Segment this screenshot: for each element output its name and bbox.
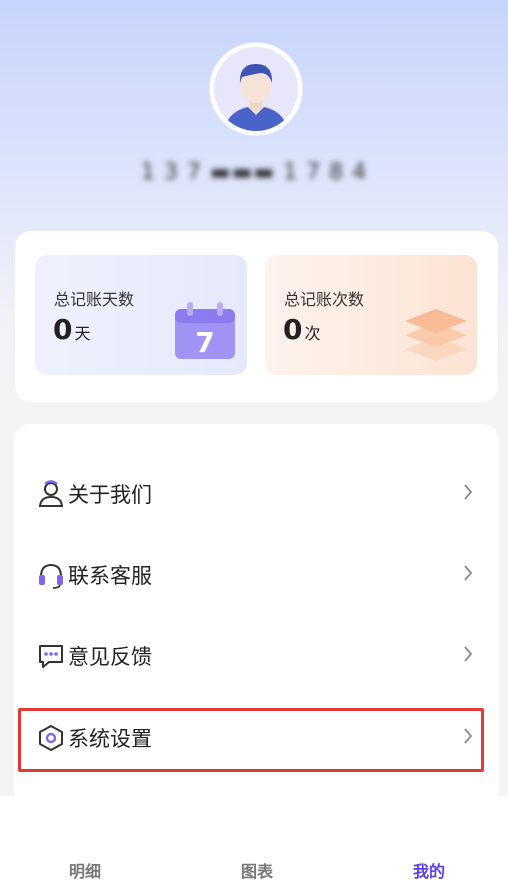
total-count-value: 0次 bbox=[283, 313, 321, 346]
layers-icon bbox=[403, 299, 469, 367]
person-icon bbox=[37, 480, 64, 507]
chevron-right-icon bbox=[463, 484, 473, 504]
menu-item-label: 意见反馈 bbox=[68, 645, 152, 669]
total-count-label: 总记账次数 bbox=[284, 290, 365, 309]
chat-bubble-icon bbox=[37, 642, 63, 668]
menu-item-label: 联系客服 bbox=[68, 564, 152, 588]
total-days-label: 总记账天数 bbox=[54, 290, 135, 309]
stats-card: 总记账天数 0天 7 总记账次数 0次 bbox=[15, 231, 498, 402]
total-days-number: 0 bbox=[53, 313, 73, 346]
headset-icon bbox=[37, 561, 63, 589]
chevron-right-icon bbox=[463, 646, 473, 666]
svg-text:7: 7 bbox=[195, 326, 214, 359]
avatar[interactable] bbox=[210, 43, 302, 135]
menu-item-about-us[interactable]: 关于我们 bbox=[14, 462, 499, 522]
tab-mine[interactable]: 我的 bbox=[413, 858, 445, 882]
menu-item-label: 关于我们 bbox=[68, 483, 152, 507]
tab-details[interactable]: 明细 bbox=[69, 858, 101, 882]
menu-item-contact-support[interactable]: 联系客服 bbox=[14, 543, 499, 603]
total-count-number: 0 bbox=[283, 313, 303, 346]
total-count-card: 总记账次数 0次 bbox=[265, 255, 477, 375]
chevron-right-icon bbox=[463, 565, 473, 585]
total-days-unit: 天 bbox=[74, 324, 91, 343]
bottom-tab-bar: 明细 图表 我的 bbox=[0, 796, 508, 894]
selection-highlight bbox=[18, 708, 484, 772]
total-count-unit: 次 bbox=[304, 324, 321, 343]
calendar-icon: 7 bbox=[173, 301, 237, 365]
tab-charts[interactable]: 图表 bbox=[241, 858, 273, 882]
avatar-image bbox=[214, 47, 298, 131]
total-days-card: 总记账天数 0天 7 bbox=[35, 255, 247, 375]
total-days-value: 0天 bbox=[53, 313, 91, 346]
username: 1 3 7 ▬▬▬ 1 7 8 4 bbox=[140, 160, 368, 185]
menu-item-feedback[interactable]: 意见反馈 bbox=[14, 624, 499, 684]
